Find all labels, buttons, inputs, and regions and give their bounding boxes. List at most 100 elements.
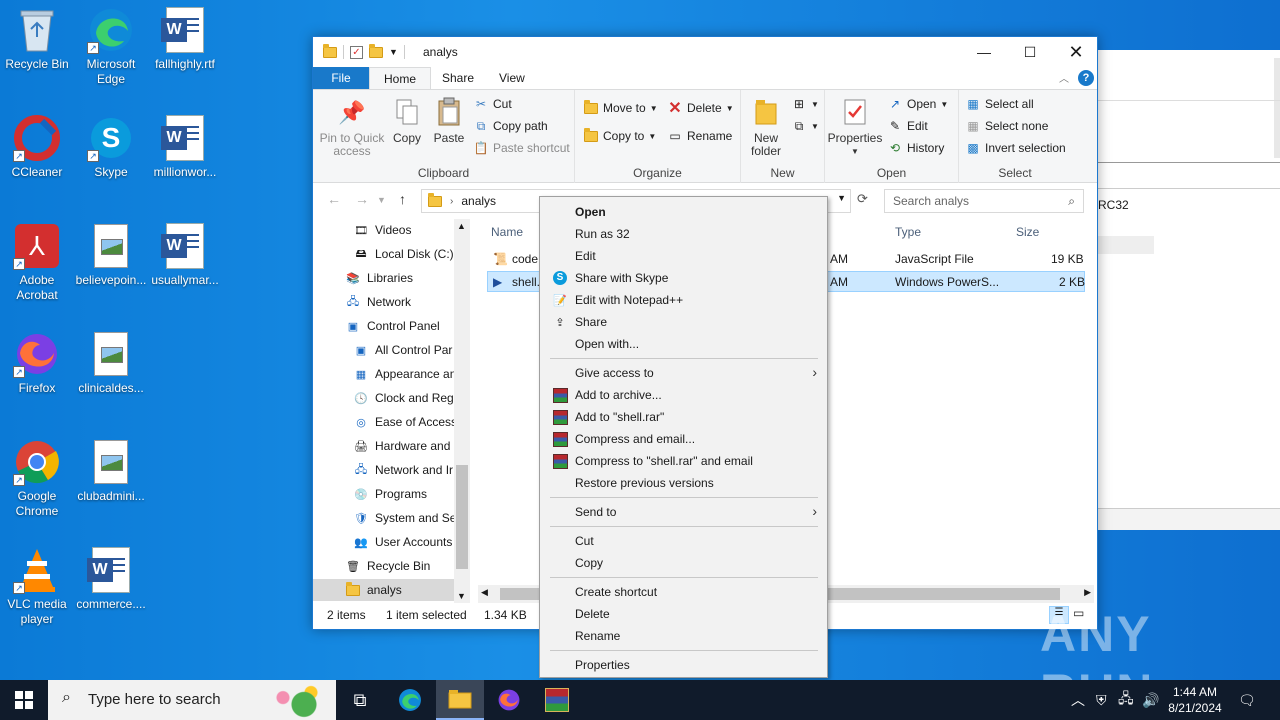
desktop-icon-millionwor[interactable]: W millionwor...	[148, 114, 222, 180]
menu-item-share[interactable]: ⇪ Share	[542, 311, 825, 333]
tab-file[interactable]: File	[313, 67, 369, 89]
menu-item-open-with[interactable]: Open with...	[542, 333, 825, 355]
easy-access-button[interactable]: ⧉ ▼	[791, 118, 819, 134]
nav-item-analys[interactable]: analys	[313, 579, 454, 601]
taskbar-clock[interactable]: 1:44 AM 8/21/2024	[1162, 684, 1228, 716]
chevron-down-icon[interactable]: ▼	[389, 47, 398, 57]
cut-button[interactable]: ✂ Cut	[473, 96, 512, 112]
nav-item-network-internet[interactable]: 🖧 Network and Ir	[353, 459, 453, 481]
menu-item-copy[interactable]: Copy	[542, 552, 825, 574]
menu-item-create-shortcut[interactable]: Create shortcut	[542, 581, 825, 603]
menu-item-share-with-skype[interactable]: S Share with Skype	[542, 267, 825, 289]
tray-volume-icon[interactable]: 🔊	[1142, 680, 1159, 720]
menu-item-rename[interactable]: Rename	[542, 625, 825, 647]
taskbar-file-explorer-button[interactable]	[436, 680, 484, 720]
menu-item-compress-to-shell-rar-and-email[interactable]: Compress to "shell.rar" and email	[542, 450, 825, 472]
select-all-button[interactable]: ▦ Select all	[965, 96, 1033, 112]
menu-item-restore-previous-versions[interactable]: Restore previous versions	[542, 472, 825, 494]
nav-item-programs[interactable]: 💿 Programs	[353, 483, 427, 505]
column-header-type[interactable]: Type	[895, 225, 921, 239]
menu-item-run-as-32[interactable]: Run as 32	[542, 223, 825, 245]
background-window[interactable]: RC32	[1097, 50, 1280, 530]
desktop-icon-clinicaldes[interactable]: clinicaldes...	[74, 330, 148, 396]
context-menu[interactable]: Open Run as 32 Edit S Share with Skype 📝…	[539, 196, 828, 678]
copy-to-button[interactable]: Copy to ▼	[583, 127, 656, 144]
start-button[interactable]	[0, 680, 48, 720]
menu-item-compress-and-email[interactable]: Compress and email...	[542, 428, 825, 450]
tray-security-icon[interactable]: ⛨	[1096, 680, 1107, 720]
nav-item-clock-region[interactable]: 🕓 Clock and Regi	[353, 387, 456, 409]
menu-item-send-to[interactable]: Send to ›	[542, 501, 825, 523]
desktop-icon-believepoin[interactable]: believepoin...	[74, 222, 148, 288]
tray-network-icon[interactable]: 🖧	[1118, 680, 1134, 720]
nav-item-recycle-bin[interactable]: 🗑 Recycle Bin	[345, 555, 430, 577]
nav-item-videos[interactable]: 🎞 Videos	[353, 219, 411, 241]
scroll-right-icon[interactable]: ▶	[1084, 587, 1091, 598]
paste-button[interactable]: Paste	[431, 96, 467, 145]
copy-path-button[interactable]: ⧉ Copy path	[473, 118, 548, 134]
menu-item-add-to-archive[interactable]: Add to archive...	[542, 384, 825, 406]
tab-view[interactable]: View	[485, 67, 539, 89]
show-hidden-icons-button[interactable]: ︿	[1071, 680, 1085, 720]
desktop-icon-vlc[interactable]: ↗ VLC media player	[0, 546, 74, 627]
taskbar-search-box[interactable]: ⌕ Type here to search	[48, 680, 336, 720]
nav-item-control-panel[interactable]: ▣ Control Panel	[345, 315, 440, 337]
nav-item-system-security[interactable]: 🛡 System and Sec	[353, 507, 462, 529]
select-none-button[interactable]: ▦ Select none	[965, 118, 1048, 134]
move-to-button[interactable]: Move to ▼	[583, 99, 658, 116]
desktop-icon-firefox[interactable]: ↗ Firefox	[0, 330, 74, 396]
desktop-icon-usuallymar[interactable]: W usuallymar...	[148, 222, 222, 288]
desktop-icon-recycle-bin[interactable]: Recycle Bin	[0, 6, 74, 72]
menu-item-open[interactable]: Open	[542, 201, 825, 223]
up-arrow-icon[interactable]: ↑	[399, 191, 406, 207]
new-folder-icon[interactable]	[369, 43, 383, 58]
menu-item-properties[interactable]: Properties	[542, 654, 825, 676]
desktop-icon-edge[interactable]: ↗ Microsoft Edge	[74, 6, 148, 87]
properties-button[interactable]: Properties ▼	[827, 96, 883, 158]
paste-shortcut-button[interactable]: 📋 Paste shortcut	[473, 140, 570, 156]
minimize-button[interactable]: —	[961, 37, 1007, 67]
desktop-icon-chrome[interactable]: ↗ Google Chrome	[0, 438, 74, 519]
pin-to-quick-access-button[interactable]: 📌 Pin to Quick access	[319, 96, 385, 158]
edit-button[interactable]: ✎ Edit	[887, 118, 928, 134]
column-header-name[interactable]: Name	[491, 225, 523, 239]
menu-item-cut[interactable]: Cut	[542, 530, 825, 552]
tab-share[interactable]: Share	[428, 67, 488, 89]
address-dropdown-icon[interactable]: ▼	[837, 193, 846, 203]
taskbar-winrar-button[interactable]	[533, 680, 581, 720]
collapse-ribbon-icon[interactable]: ︿	[1059, 70, 1069, 85]
navigation-pane-scrollbar[interactable]: ▲ ▼	[454, 219, 470, 603]
desktop-icon-clubadmini[interactable]: clubadmini...	[74, 438, 148, 504]
nav-item-network[interactable]: 🖧 Network	[345, 291, 411, 313]
desktop-icon-skype[interactable]: S ↗ Skype	[74, 114, 148, 180]
recent-locations-chevron-icon[interactable]: ▼	[377, 195, 386, 205]
open-button[interactable]: ↗ Open ▼	[887, 96, 948, 112]
menu-item-edit[interactable]: Edit	[542, 245, 825, 267]
help-icon[interactable]: ?	[1078, 70, 1094, 86]
menu-item-add-to-shell-rar[interactable]: Add to "shell.rar"	[542, 406, 825, 428]
background-window-scrollbar[interactable]	[1274, 58, 1280, 158]
menu-item-delete[interactable]: Delete	[542, 603, 825, 625]
menu-item-give-access-to[interactable]: Give access to ›	[542, 362, 825, 384]
copy-button[interactable]: Copy	[389, 96, 425, 145]
navigation-pane[interactable]: 🎞 Videos 🖴 Local Disk (C:) 📚 Libraries 🖧 Net…	[313, 219, 470, 603]
back-arrow-icon[interactable]: ←	[327, 191, 341, 207]
rename-button[interactable]: ▭ Rename	[667, 128, 732, 144]
nav-item-all-control-panel[interactable]: ▣ All Control Par	[353, 339, 453, 361]
desktop-icon-commerce[interactable]: W commerce....	[74, 546, 148, 612]
history-button[interactable]: ⟲ History	[887, 140, 944, 156]
notifications-button[interactable]: 🗨	[1238, 680, 1256, 720]
title-bar[interactable]: ✓ ▼ analys — ☐ ✕	[313, 37, 1097, 67]
new-item-button[interactable]: ⊞ ▼	[791, 96, 819, 112]
delete-button[interactable]: ✕ Delete ▼	[667, 100, 733, 117]
refresh-icon[interactable]: ⟳	[857, 191, 868, 207]
nav-item-user-accounts[interactable]: 👥 User Accounts	[353, 531, 452, 553]
nav-item-hardware[interactable]: 🖨 Hardware and	[353, 435, 450, 457]
nav-item-ease-of-access[interactable]: ◎ Ease of Access	[353, 411, 457, 433]
task-view-button[interactable]: ⧉	[336, 680, 384, 720]
desktop-icon-ccleaner[interactable]: ↗ CCleaner	[0, 114, 74, 180]
close-button[interactable]: ✕	[1053, 37, 1099, 67]
menu-item-edit-with-notepad-plus-plus[interactable]: 📝 Edit with Notepad++	[542, 289, 825, 311]
column-header-size[interactable]: Size	[1016, 225, 1039, 239]
new-folder-button[interactable]: New folder	[745, 96, 787, 158]
